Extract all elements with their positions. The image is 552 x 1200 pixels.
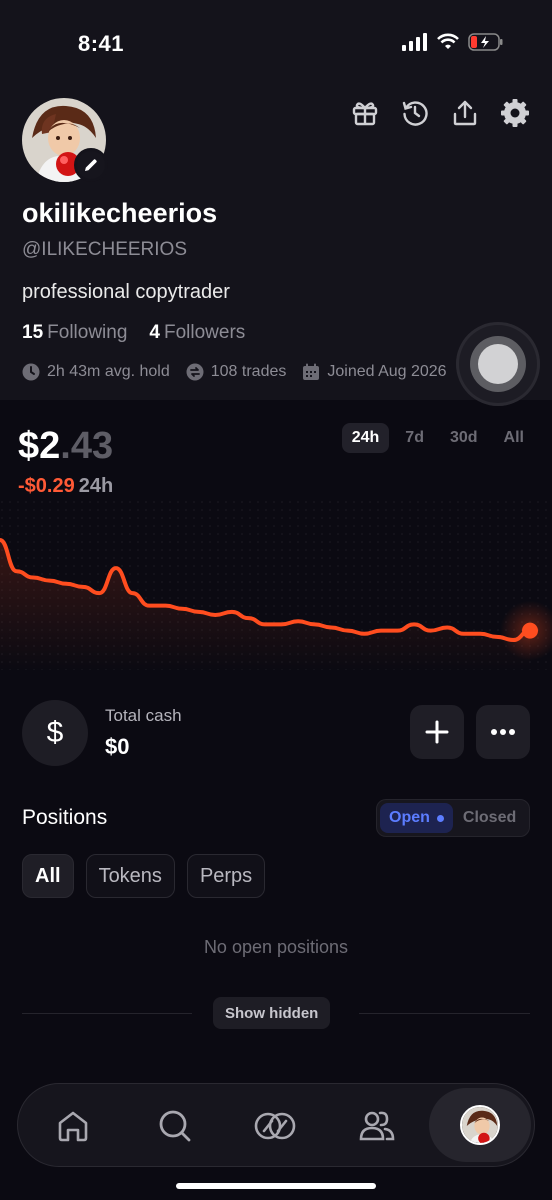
portfolio-change: -$0.29 24h — [18, 475, 113, 498]
show-hidden-row: Show hidden — [22, 997, 530, 1029]
joined-stat: Joined Aug 2026 — [302, 363, 447, 381]
clock-icon — [22, 363, 40, 381]
balance-main: $2 — [18, 425, 61, 467]
nav-home[interactable] — [48, 1101, 98, 1151]
positions-status-toggle: Open Closed — [376, 799, 530, 837]
user-bio: professional copytrader — [22, 281, 230, 303]
profile-actions — [350, 98, 530, 128]
toggle-closed[interactable]: Closed — [453, 803, 526, 833]
avatar[interactable] — [22, 98, 108, 182]
share-button[interactable] — [450, 98, 480, 128]
more-options-button[interactable] — [476, 705, 530, 759]
share-icon — [453, 100, 477, 126]
search-icon — [159, 1110, 191, 1142]
divider-left — [22, 1013, 192, 1014]
swap-icon — [186, 363, 204, 381]
status-bar: 8:41 — [0, 0, 552, 90]
profile-avatar — [460, 1105, 500, 1145]
range-tab-all[interactable]: All — [494, 423, 534, 453]
profile-stats: 2h 43m avg. hold 108 trades Joined Aug 2… — [22, 363, 447, 381]
profile-header: okilikecheerios @ILIKECHEERIOS professio… — [0, 90, 552, 406]
avg-hold-text: 2h 43m avg. hold — [47, 363, 170, 380]
history-icon — [402, 101, 428, 126]
positions-title: Positions — [22, 806, 108, 829]
toggle-open[interactable]: Open — [380, 803, 453, 833]
follow-counts: 15 Following 4 Followers — [22, 322, 245, 344]
user-handle: @ILIKECHEERIOS — [22, 239, 187, 260]
status-time: 8:41 — [78, 31, 125, 56]
wifi-icon — [437, 33, 459, 49]
following-count: 15 — [22, 322, 44, 343]
chart-endpoint-dot — [522, 622, 538, 639]
settings-button[interactable] — [500, 98, 530, 128]
show-hidden-button[interactable]: Show hidden — [213, 997, 331, 1029]
ellipsis-icon — [491, 729, 515, 735]
followers-count: 4 — [149, 322, 160, 343]
assistive-touch-ring — [470, 336, 526, 392]
trades-text: 108 trades — [210, 363, 287, 380]
change-period: 24h — [78, 475, 114, 497]
filter-tokens[interactable]: Tokens — [85, 854, 175, 898]
position-filters: All Tokens Perps — [22, 854, 266, 898]
nav-search[interactable] — [150, 1101, 200, 1151]
range-tab-7d[interactable]: 7d — [395, 423, 434, 453]
followers-label: Followers — [163, 322, 246, 343]
range-tab-30d[interactable]: 30d — [440, 423, 488, 453]
home-indicator — [176, 1183, 376, 1189]
bottom-nav — [17, 1083, 535, 1167]
avg-hold-stat: 2h 43m avg. hold — [22, 363, 170, 381]
pencil-icon — [85, 159, 97, 171]
history-button[interactable] — [400, 98, 430, 128]
portfolio-balance: $2.43 — [18, 425, 113, 468]
active-dot — [436, 814, 444, 822]
toggle-open-label: Open — [389, 809, 430, 826]
add-cash-button[interactable] — [410, 705, 464, 759]
range-tabs: 24h 7d 30d All — [341, 423, 534, 453]
signal-icon — [402, 33, 427, 51]
gear-icon — [501, 99, 529, 127]
empty-positions-message: No open positions — [203, 937, 349, 957]
battery-icon — [468, 33, 503, 51]
dollar-icon: $ — [22, 700, 88, 766]
portfolio-chart[interactable] — [0, 500, 552, 670]
joined-text: Joined Aug 2026 — [327, 363, 447, 380]
following-label: Following — [47, 322, 128, 343]
following-link[interactable]: 15 Following — [22, 322, 127, 344]
home-icon — [58, 1111, 88, 1142]
nav-social[interactable] — [352, 1101, 402, 1151]
assistive-touch-core — [478, 344, 518, 384]
gift-button[interactable] — [350, 98, 380, 128]
assistive-touch-button[interactable] — [456, 322, 540, 406]
nav-trade[interactable] — [250, 1101, 300, 1151]
display-name: okilikecheerios — [22, 198, 218, 228]
trades-stat: 108 trades — [186, 363, 287, 381]
calendar-icon — [303, 363, 320, 380]
gift-icon — [352, 102, 378, 126]
status-icons — [402, 33, 504, 51]
filter-all[interactable]: All — [22, 854, 74, 898]
cash-card: $ Total cash $0 — [22, 700, 530, 768]
trade-icon — [254, 1112, 296, 1140]
range-tab-24h[interactable]: 24h — [341, 423, 390, 453]
nav-profile[interactable] — [429, 1088, 531, 1162]
divider-right — [359, 1013, 530, 1014]
cash-value: $0 — [105, 734, 130, 759]
change-value: -$0.29 — [18, 475, 75, 497]
cash-label: Total cash — [105, 706, 182, 725]
plus-icon — [425, 720, 449, 744]
filter-perps[interactable]: Perps — [186, 854, 266, 898]
edit-avatar-button[interactable] — [74, 148, 108, 182]
followers-link[interactable]: 4 Followers — [149, 322, 245, 344]
people-icon — [359, 1111, 395, 1141]
balance-cents: .43 — [60, 425, 114, 467]
